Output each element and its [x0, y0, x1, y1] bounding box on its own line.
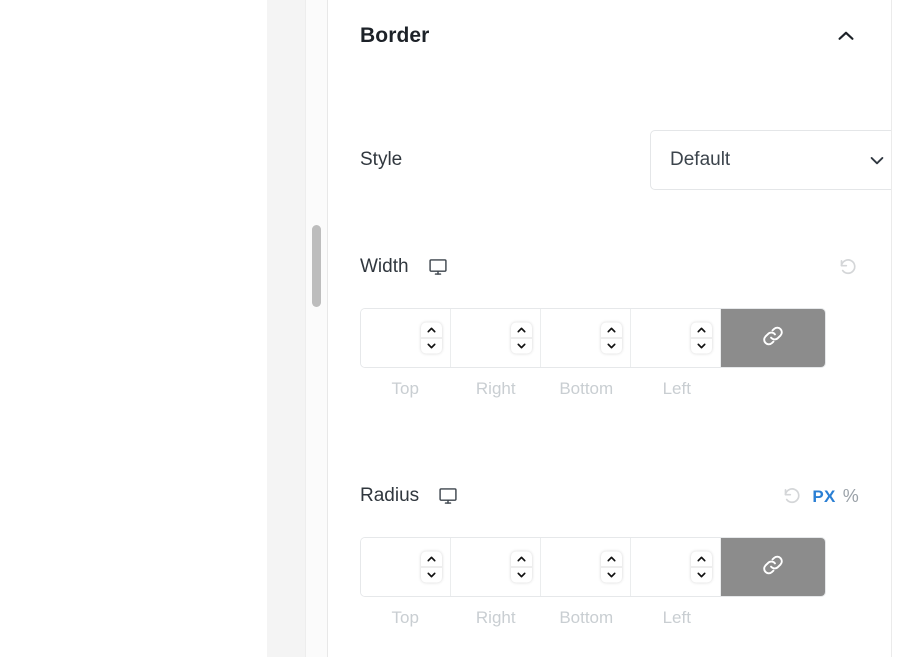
border-style-row: Style Default — [360, 130, 891, 190]
side-label-spacer — [722, 608, 826, 628]
chevron-up-icon[interactable] — [511, 552, 532, 568]
border-width-left-stepper[interactable] — [691, 322, 712, 354]
border-radius-right-cell[interactable] — [451, 538, 541, 596]
border-style-selected-value: Default — [670, 149, 731, 170]
panel-gutter-strip — [267, 0, 305, 657]
chevron-up-icon[interactable] — [421, 323, 442, 339]
chevron-down-icon[interactable] — [601, 568, 622, 583]
border-section-header[interactable]: Border — [360, 0, 859, 72]
side-label-top: Top — [391, 379, 419, 398]
border-style-select[interactable]: Default — [650, 130, 891, 190]
border-settings-panel-screen: Border Style Default Width Top Right Bot… — [0, 0, 900, 657]
chevron-down-icon[interactable] — [691, 568, 712, 583]
border-radius-header-actions: PX % — [781, 475, 859, 517]
border-width-bottom-stepper[interactable] — [601, 322, 622, 354]
border-width-top-cell[interactable] — [361, 309, 451, 367]
border-radius-link-values-button[interactable] — [721, 538, 825, 596]
border-width-right-stepper[interactable] — [511, 322, 532, 354]
side-label-left: Left — [662, 608, 691, 627]
chevron-up-icon[interactable] — [691, 552, 712, 568]
border-style-label: Style — [360, 149, 403, 170]
unit-option-px[interactable]: PX — [812, 487, 835, 507]
side-label-spacer — [722, 379, 826, 399]
border-radius-group: Radius PX % Top Right Bottom Left — [360, 475, 859, 628]
side-label-bottom: Bottom — [559, 379, 614, 398]
border-radius-bottom-stepper[interactable] — [601, 551, 622, 583]
chevron-up-icon[interactable] — [421, 552, 442, 568]
reset-icon[interactable] — [837, 256, 859, 278]
chevron-down-icon[interactable] — [511, 568, 532, 583]
border-width-header: Width — [360, 246, 859, 288]
border-width-label: Width — [360, 256, 409, 277]
border-radius-label: Radius — [360, 485, 420, 506]
chevron-up-icon[interactable] — [833, 23, 859, 49]
border-radius-unit-toggle: PX % — [812, 486, 859, 507]
editor-canvas-area — [0, 0, 267, 657]
side-label-right: Right — [475, 379, 516, 398]
border-radius-input-row — [360, 537, 826, 597]
side-label-bottom: Bottom — [559, 608, 614, 627]
border-radius-side-labels: Top Right Bottom Left — [360, 608, 826, 628]
border-width-bottom-cell[interactable] — [541, 309, 631, 367]
border-width-input-row — [360, 308, 826, 368]
reset-icon[interactable] — [781, 485, 803, 507]
border-width-left-cell[interactable] — [631, 309, 721, 367]
chevron-down-icon[interactable] — [691, 339, 712, 354]
desktop-monitor-icon[interactable] — [437, 485, 459, 507]
chevron-up-icon[interactable] — [511, 323, 532, 339]
side-label-top: Top — [391, 608, 419, 627]
chevron-up-icon[interactable] — [601, 552, 622, 568]
chevron-down-icon[interactable] — [511, 339, 532, 354]
panel-right-margin — [892, 0, 900, 657]
panel-scrollbar-thumb[interactable] — [312, 225, 321, 307]
border-width-header-actions — [837, 246, 859, 288]
border-radius-bottom-cell[interactable] — [541, 538, 631, 596]
border-width-right-cell[interactable] — [451, 309, 541, 367]
border-radius-top-cell[interactable] — [361, 538, 451, 596]
desktop-monitor-icon[interactable] — [427, 256, 449, 278]
chevron-down-icon — [866, 149, 888, 171]
link-chain-icon — [761, 553, 785, 582]
panel-scrollbar-track[interactable] — [305, 0, 328, 657]
chevron-down-icon[interactable] — [421, 568, 442, 583]
side-label-right: Right — [475, 608, 516, 627]
border-radius-header: Radius PX % — [360, 475, 859, 517]
border-settings-panel: Border Style Default Width Top Right Bot… — [328, 0, 891, 657]
chevron-down-icon[interactable] — [601, 339, 622, 354]
link-chain-icon — [761, 324, 785, 353]
chevron-up-icon[interactable] — [691, 323, 712, 339]
chevron-down-icon[interactable] — [421, 339, 442, 354]
border-radius-top-stepper[interactable] — [421, 551, 442, 583]
border-width-group: Width Top Right Bottom Left — [360, 246, 859, 399]
border-width-top-stepper[interactable] — [421, 322, 442, 354]
border-radius-left-stepper[interactable] — [691, 551, 712, 583]
side-label-left: Left — [662, 379, 691, 398]
chevron-up-icon[interactable] — [601, 323, 622, 339]
unit-option-percent[interactable]: % — [843, 486, 859, 507]
section-title: Border — [360, 24, 430, 47]
border-width-link-values-button[interactable] — [721, 309, 825, 367]
border-width-side-labels: Top Right Bottom Left — [360, 379, 826, 399]
border-radius-left-cell[interactable] — [631, 538, 721, 596]
border-radius-right-stepper[interactable] — [511, 551, 532, 583]
